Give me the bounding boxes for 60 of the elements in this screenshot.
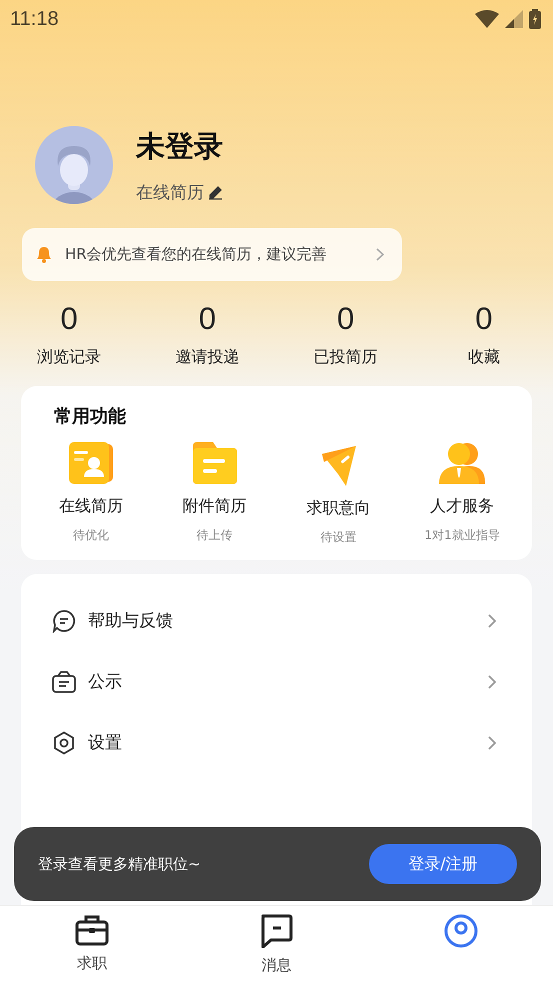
online-resume-link[interactable]: 在线简历: [136, 180, 223, 204]
stat-label: 收藏: [468, 347, 500, 368]
function-item[interactable]: 人才服务 1对1就业指导: [400, 442, 524, 546]
message-icon: [259, 914, 294, 948]
tab-item[interactable]: 求职: [0, 906, 184, 984]
notice-text: HR会优先查看您的在线简历，建议完善: [65, 245, 328, 264]
edit-icon: [208, 184, 223, 200]
menu-label: 帮助与反馈: [88, 610, 174, 632]
function-label: 求职意向: [306, 498, 370, 519]
stat-value: 0: [475, 301, 492, 337]
function-label: 在线简历: [58, 496, 123, 517]
battery-icon: [529, 9, 541, 29]
stat-label: 浏览记录: [37, 347, 102, 368]
login-button[interactable]: 登录/注册: [369, 844, 517, 884]
notice-banner[interactable]: HR会优先查看您的在线简历，建议完善: [22, 228, 402, 281]
stat-item[interactable]: 0 收藏: [414, 301, 553, 368]
section-title: 常用功能: [54, 405, 127, 428]
menu-item[interactable]: 设置: [21, 712, 532, 773]
resume-card-icon: [68, 442, 113, 484]
folder-icon: [192, 442, 237, 484]
function-label: 附件简历: [182, 496, 247, 517]
menu-item[interactable]: 公示: [21, 651, 532, 712]
function-status: 待优化: [72, 527, 109, 544]
user-name: 未登录: [136, 128, 223, 164]
function-item[interactable]: 求职意向 待设置: [276, 442, 400, 546]
tab-item[interactable]: 消息: [184, 906, 369, 984]
announcement-icon: [52, 670, 76, 692]
function-item[interactable]: 在线简历 待优化: [29, 442, 153, 546]
stat-item[interactable]: 0 邀请投递: [138, 301, 276, 368]
function-status: 待设置: [320, 529, 356, 546]
tab-label: 求职: [77, 954, 108, 973]
chevron-right-icon: [488, 614, 496, 628]
function-item[interactable]: 附件简历 待上传: [152, 442, 276, 546]
settings-icon: [52, 730, 76, 754]
briefcase-icon: [75, 914, 110, 946]
bell-icon: [35, 245, 53, 264]
stat-item[interactable]: 0 已投简历: [276, 301, 415, 368]
tab-label: 消息: [261, 956, 292, 975]
chat-bubble-icon: [52, 608, 76, 632]
stat-value: 0: [337, 301, 354, 337]
chevron-right-icon: [376, 248, 384, 261]
wifi-icon: [475, 10, 499, 28]
status-time: 11:18: [10, 8, 59, 30]
menu-label: 设置: [88, 732, 123, 754]
menu-label: 公示: [88, 671, 123, 693]
signal-icon: [505, 10, 523, 28]
stat-value: 0: [198, 301, 216, 337]
function-status: 1对1就业指导: [424, 527, 500, 544]
person-icon: [439, 442, 486, 484]
toast-text: 登录查看更多精准职位~: [38, 854, 201, 874]
stat-item[interactable]: 0 浏览记录: [0, 301, 138, 368]
function-label: 人才服务: [430, 496, 494, 517]
menu-item[interactable]: 帮助与反馈: [21, 590, 532, 651]
user-circle-icon: [444, 914, 478, 948]
stat-value: 0: [60, 301, 78, 337]
stat-label: 已投简历: [314, 347, 378, 368]
function-status: 待上传: [196, 527, 233, 544]
chevron-right-icon: [488, 736, 496, 750]
chevron-right-icon: [488, 674, 496, 688]
stat-label: 邀请投递: [175, 347, 240, 368]
